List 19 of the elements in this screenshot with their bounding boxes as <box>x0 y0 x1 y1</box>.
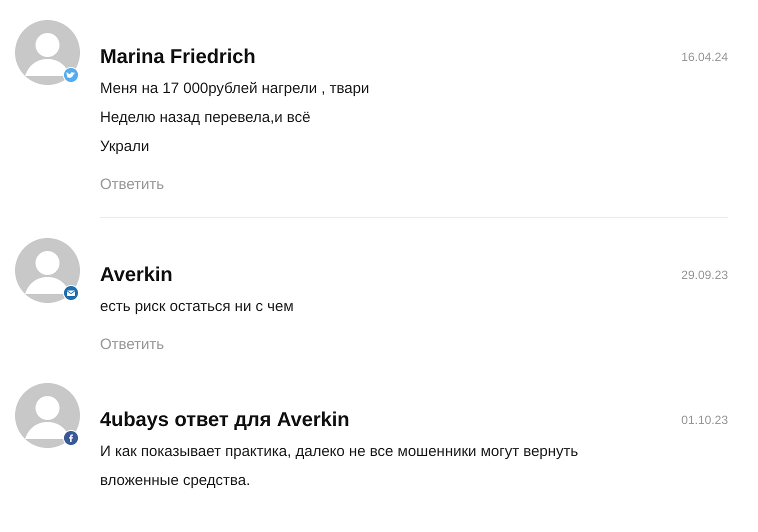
avatar-icon <box>15 383 80 448</box>
comment-text: Меня на 17 000рублей нагрели , твари <box>100 79 370 99</box>
avatar-icon <box>15 238 80 303</box>
author-name: 4ubays ответ для Averkin <box>100 408 350 433</box>
avatar-icon <box>15 20 80 85</box>
reply-link[interactable]: Ответить <box>100 334 164 356</box>
facebook-icon <box>64 431 78 445</box>
author-name: Marina Friedrich <box>100 45 256 70</box>
comment-text: есть риск остаться ни с чем <box>100 297 295 317</box>
comment-date: 01.10.23 <box>681 412 728 429</box>
reply-link[interactable]: Ответить <box>100 174 164 196</box>
comment-date: 16.04.24 <box>681 49 728 66</box>
author-name: Averkin <box>100 263 173 288</box>
envelope-icon <box>64 286 78 300</box>
comment-date: 29.09.23 <box>681 267 728 284</box>
comment-text: Украли <box>100 137 150 157</box>
comment-text: Неделю назад перевела,и всё <box>100 108 312 128</box>
bird-icon <box>64 68 78 82</box>
comment-text: И как показывает практика, далеко не все мошенники могут вернуть вложенные средства. <box>100 442 580 491</box>
